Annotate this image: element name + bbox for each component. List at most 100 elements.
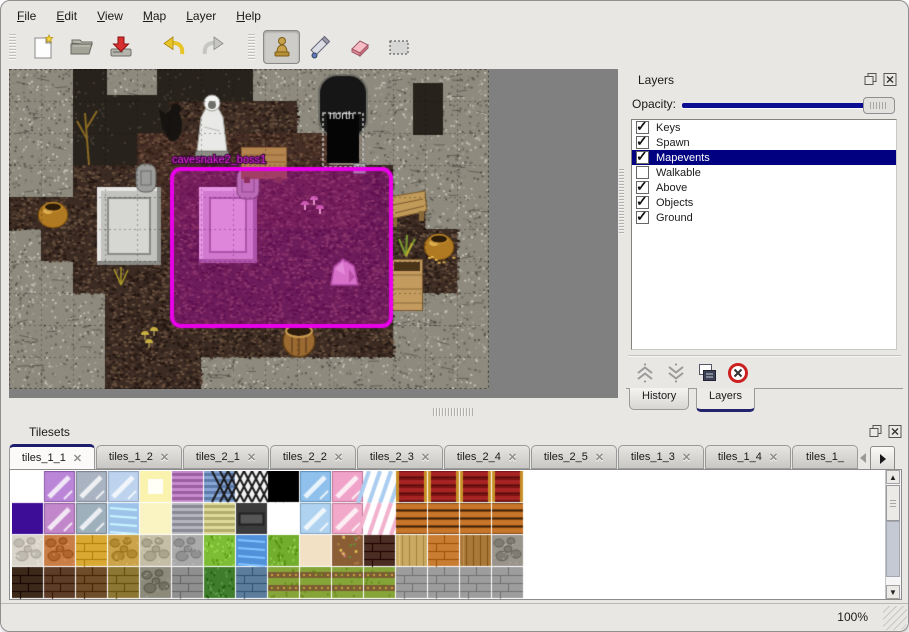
tileset-tab-label: tiles_2_5 — [544, 451, 588, 463]
tileset-tab[interactable]: tiles_2_2✕ — [270, 445, 356, 469]
layer-row[interactable]: Keys — [632, 120, 896, 135]
close-panel-icon[interactable] — [883, 73, 897, 86]
scrollbar-page-region[interactable] — [886, 521, 900, 577]
tab-close-icon[interactable]: ✕ — [160, 451, 169, 464]
duplicate-layer-button[interactable] — [694, 360, 720, 385]
tab-history[interactable]: History — [629, 388, 689, 410]
tileset-tab-label: tiles_2_1 — [196, 451, 240, 463]
vertical-splitter[interactable] — [618, 69, 626, 398]
tileset-tab[interactable]: tiles_2_4 ✕ — [444, 445, 530, 469]
tileset-tab-label: tiles_2_4 — [457, 451, 501, 463]
tileset-tab-label: tiles_1_1 — [22, 452, 66, 464]
tileset-tab[interactable]: tiles_1_2 ✕ — [96, 445, 182, 469]
tileset-tab[interactable]: tiles_2_3✕ — [357, 445, 443, 469]
tileset-tab[interactable]: tiles_2_1 ✕ — [183, 445, 269, 469]
tileset-tab-label: tiles_1_ — [806, 451, 844, 463]
tab-close-icon[interactable]: ✕ — [769, 451, 778, 464]
tab-close-icon[interactable]: ✕ — [334, 451, 343, 464]
fill-tool-icon — [308, 34, 334, 60]
layer-row[interactable]: Objects — [632, 195, 896, 210]
scrollbar-thumb[interactable] — [886, 485, 900, 521]
menu-bar: File Edit View Map Layer Help — [7, 5, 271, 27]
scroll-right-icon — [878, 453, 888, 465]
layer-checkbox[interactable] — [636, 211, 649, 224]
menu-layer[interactable]: Layer — [176, 6, 226, 26]
map-editor-window: File Edit View Map Layer Help — [0, 0, 909, 632]
chevron-down-icon — [665, 362, 687, 384]
horizontal-splitter[interactable] — [9, 401, 618, 417]
panel-bottom-tabs: History Layers — [626, 388, 903, 413]
save-map-button[interactable] — [102, 30, 139, 64]
layer-name: Spawn — [656, 137, 690, 149]
layer-name: Ground — [656, 212, 693, 224]
menu-view[interactable]: View — [87, 6, 133, 26]
toolbar-grip[interactable] — [248, 34, 255, 61]
opacity-slider-track[interactable] — [682, 103, 893, 108]
menu-edit[interactable]: Edit — [46, 6, 87, 26]
tab-close-icon[interactable]: ✕ — [595, 451, 604, 464]
tileset-tab[interactable]: tiles_1_1 ✕ — [9, 444, 95, 470]
tileset-tab-label: tiles_1_2 — [109, 451, 153, 463]
layer-row[interactable]: Above — [632, 180, 896, 195]
undo-button[interactable] — [155, 30, 192, 64]
delete-layer-button[interactable] — [725, 360, 751, 385]
float-panel-icon[interactable] — [869, 425, 883, 438]
fill-tool-button[interactable] — [302, 30, 339, 64]
splitter-grip[interactable] — [619, 169, 624, 235]
tileset-tab[interactable]: tiles_1_4✕ — [705, 445, 791, 469]
tileset-palette[interactable]: ▲ ▼ — [9, 469, 902, 600]
new-map-button[interactable] — [24, 30, 61, 64]
layer-name: Walkable — [656, 167, 701, 179]
layer-name: Above — [656, 182, 687, 194]
tileset-palette-canvas[interactable] — [12, 471, 887, 600]
tileset-tab[interactable]: tiles_1_ — [792, 445, 858, 469]
open-map-button[interactable] — [63, 30, 100, 64]
tab-close-icon[interactable]: ✕ — [73, 452, 82, 465]
menu-file[interactable]: File — [7, 6, 46, 26]
layer-name: Objects — [656, 197, 693, 209]
float-panel-icon[interactable] — [864, 73, 878, 86]
tab-close-icon[interactable]: ✕ — [421, 451, 430, 464]
raise-layer-button[interactable] — [632, 360, 658, 385]
toolbar-grip[interactable] — [9, 34, 16, 61]
scroll-up-icon[interactable]: ▲ — [886, 470, 900, 484]
status-bar: 100% — [1, 603, 908, 631]
select-tool-button[interactable] — [380, 30, 417, 64]
palette-scrollbar[interactable]: ▲ ▼ — [885, 470, 901, 599]
open-folder-icon — [69, 34, 95, 60]
lower-layer-button[interactable] — [663, 360, 689, 385]
scroll-down-icon[interactable]: ▼ — [886, 585, 900, 599]
layers-list[interactable]: Keys Spawn Mapevents Walkable Above Obje… — [631, 119, 897, 350]
close-panel-icon[interactable] — [888, 425, 902, 438]
tab-layers[interactable]: Layers — [696, 388, 755, 412]
stamp-tool-button[interactable] — [263, 30, 300, 64]
layer-row[interactable]: Spawn — [632, 135, 896, 150]
layer-row[interactable]: Ground — [632, 210, 896, 225]
layer-name: Mapevents — [656, 152, 710, 164]
select-tool-icon — [386, 34, 412, 60]
opacity-slider[interactable] — [682, 97, 895, 113]
tab-close-icon[interactable]: ✕ — [682, 451, 691, 464]
opacity-label: Opacity: — [632, 97, 676, 111]
tilesets-panel: Tilesets tiles_1_1✕ tiles_1_2✕ tiles_2_1… — [5, 421, 906, 603]
tab-close-icon[interactable]: ✕ — [247, 451, 256, 464]
map-canvas[interactable] — [9, 69, 489, 389]
menu-help[interactable]: Help — [226, 6, 271, 26]
tileset-tab[interactable]: tiles_2_5 ✕ — [531, 445, 617, 469]
splitter-grip[interactable] — [433, 408, 473, 416]
redo-icon — [200, 34, 226, 60]
redo-button[interactable] — [194, 30, 231, 64]
layer-checkbox[interactable] — [636, 151, 649, 164]
eraser-tool-button[interactable] — [341, 30, 378, 64]
map-viewport[interactable] — [9, 69, 618, 398]
tileset-tab[interactable]: tiles_1_3✕ — [618, 445, 704, 469]
resize-grip-icon[interactable] — [883, 606, 907, 630]
opacity-slider-handle[interactable] — [863, 97, 895, 114]
layer-row[interactable]: Walkable — [632, 165, 896, 180]
delete-icon — [727, 362, 749, 384]
tab-close-icon[interactable]: ✕ — [508, 451, 517, 464]
scroll-tabs-left-button[interactable] — [857, 451, 869, 464]
menu-map[interactable]: Map — [133, 6, 176, 26]
layer-row[interactable]: Mapevents — [632, 150, 896, 165]
scroll-left-icon — [858, 452, 868, 464]
